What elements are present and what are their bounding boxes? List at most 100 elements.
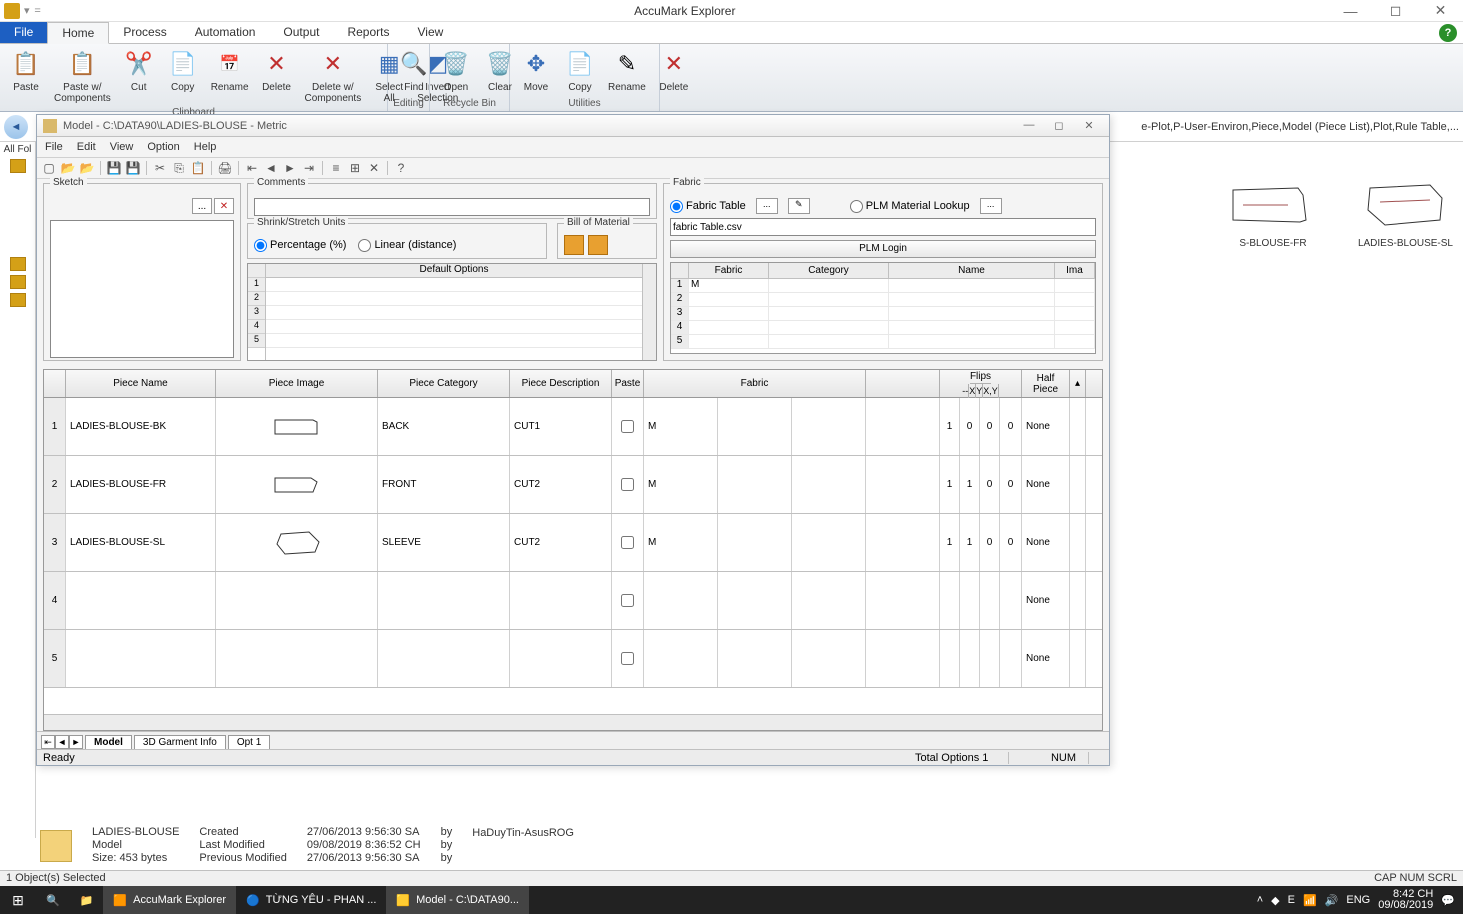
tree-icon[interactable] — [10, 159, 26, 173]
piece-desc-cell[interactable]: CUT1 — [510, 398, 612, 455]
tab-nav-prev[interactable]: ◄ — [55, 735, 69, 749]
taskbar-model[interactable]: 🟨 Model - C:\DATA90... — [386, 886, 529, 914]
qty-cell[interactable] — [940, 572, 960, 629]
qty-cell[interactable]: 1 — [940, 514, 960, 571]
piece-category-cell[interactable] — [378, 630, 510, 687]
tab-process[interactable]: Process — [109, 22, 180, 43]
col-piece-category[interactable]: Piece Category — [378, 370, 510, 397]
open-icon[interactable]: 📂 — [60, 160, 76, 176]
menu-file[interactable]: File — [45, 141, 63, 153]
paste-checkbox[interactable] — [612, 398, 644, 455]
table-scroll-up[interactable]: ▴ — [1070, 370, 1086, 397]
fabric-cell[interactable] — [644, 572, 718, 629]
col-paste[interactable]: Paste — [612, 370, 644, 397]
tab-nav-first[interactable]: ⇤ — [41, 735, 55, 749]
tab-reports[interactable]: Reports — [333, 22, 403, 43]
open2-icon[interactable]: 📂 — [79, 160, 95, 176]
table-hscroll[interactable] — [44, 714, 1102, 730]
flip-y-cell[interactable] — [980, 572, 1000, 629]
half-piece-cell[interactable]: None — [1022, 398, 1070, 455]
paste-checkbox[interactable] — [612, 572, 644, 629]
defopts-scrollbar[interactable] — [642, 264, 656, 360]
model-minimize-button[interactable]: — — [1015, 119, 1043, 132]
tray-icon[interactable]: E — [1288, 894, 1295, 906]
prev-icon[interactable]: ◄ — [263, 160, 279, 176]
start-button[interactable]: ⊞ — [0, 886, 36, 914]
fabric-path-input[interactable] — [670, 218, 1096, 236]
paste-wc-button[interactable]: 📋Paste w/ Components — [48, 46, 117, 106]
piece-name-cell[interactable]: LADIES-BLOUSE-SL — [66, 514, 216, 571]
paste-icon[interactable]: 📋 — [190, 160, 206, 176]
flip-y-cell[interactable]: 0 — [980, 456, 1000, 513]
print-icon[interactable]: 🖨 — [217, 160, 233, 176]
sketch-canvas[interactable] — [50, 220, 234, 358]
tab-garment-info[interactable]: 3D Garment Info — [134, 735, 226, 749]
piece-row[interactable]: 2LADIES-BLOUSE-FRFRONTCUT2M1100None — [44, 456, 1102, 514]
flip-y-cell[interactable] — [980, 630, 1000, 687]
saveas-icon[interactable]: 💾 — [125, 160, 141, 176]
sketch-delete-button[interactable]: ✕ — [214, 198, 234, 214]
half-piece-cell[interactable]: None — [1022, 630, 1070, 687]
half-piece-cell[interactable]: None — [1022, 514, 1070, 571]
menu-edit[interactable]: Edit — [77, 141, 96, 153]
tool-icon[interactable]: ✕ — [366, 160, 382, 176]
taskbar-chrome[interactable]: 🔵 TỪNG YÊU - PHAN ... — [236, 886, 386, 914]
piece-category-cell[interactable]: SLEEVE — [378, 514, 510, 571]
plm-lookup-radio[interactable]: PLM Material Lookup — [850, 200, 970, 213]
tab-home[interactable]: Home — [47, 22, 109, 44]
paste-checkbox[interactable] — [612, 630, 644, 687]
fabric-grid[interactable]: Fabric Category Name Ima 1M 2 3 4 5 — [670, 262, 1096, 354]
piece-desc-cell[interactable]: CUT2 — [510, 514, 612, 571]
bom-icon-1[interactable] — [564, 235, 584, 255]
plm-browse-button[interactable]: ... — [980, 198, 1002, 214]
tree-icon[interactable] — [10, 257, 26, 271]
cut-icon[interactable]: ✂ — [152, 160, 168, 176]
qty-cell[interactable] — [940, 630, 960, 687]
piece-desc-cell[interactable]: CUT2 — [510, 456, 612, 513]
cut-button[interactable]: ✂️Cut — [117, 46, 161, 95]
fabric-cell[interactable]: M — [644, 456, 718, 513]
tool-icon[interactable]: ≡ — [328, 160, 344, 176]
util-copy-button[interactable]: 📄Copy — [558, 46, 602, 95]
tray-icon[interactable]: 📶 — [1303, 894, 1317, 907]
piece-row[interactable]: 1LADIES-BLOUSE-BKBACKCUT1M1000None — [44, 398, 1102, 456]
model-close-button[interactable]: ✕ — [1075, 119, 1103, 132]
paste-checkbox[interactable] — [612, 514, 644, 571]
next-icon[interactable]: ► — [282, 160, 298, 176]
new-icon[interactable]: ▢ — [41, 160, 57, 176]
flip-x-cell[interactable]: 1 — [960, 514, 980, 571]
piece-row[interactable]: 4None — [44, 572, 1102, 630]
taskbar-explorer[interactable]: 📁 — [70, 886, 104, 914]
bom-icon-2[interactable] — [588, 235, 608, 255]
qty-cell[interactable]: 1 — [940, 398, 960, 455]
tray-icon[interactable]: ◆ — [1271, 894, 1279, 907]
tab-view[interactable]: View — [403, 22, 457, 43]
flip-xy-cell[interactable]: 0 — [1000, 514, 1022, 571]
piece-category-cell[interactable] — [378, 572, 510, 629]
piece-name-cell[interactable]: LADIES-BLOUSE-FR — [66, 456, 216, 513]
piece-name-cell[interactable] — [66, 572, 216, 629]
recycle-open-button[interactable]: 🗑️Open — [434, 46, 478, 95]
piece-name-cell[interactable] — [66, 630, 216, 687]
tab-output[interactable]: Output — [269, 22, 333, 43]
menu-option[interactable]: Option — [147, 141, 179, 153]
flip-x-cell[interactable]: 1 — [960, 456, 980, 513]
delete-button[interactable]: ✕Delete — [255, 46, 299, 95]
piece-row[interactable]: 5None — [44, 630, 1102, 688]
sketch-browse-button[interactable]: ... — [192, 198, 212, 214]
tray-clock[interactable]: 8:42 CH09/08/2019 — [1378, 889, 1433, 911]
copy-button[interactable]: 📄Copy — [161, 46, 205, 95]
tab-automation[interactable]: Automation — [181, 22, 270, 43]
paste-checkbox[interactable] — [612, 456, 644, 513]
help-icon[interactable]: ? — [1439, 24, 1457, 42]
fabric-cell[interactable]: M — [644, 398, 718, 455]
tray-notifications-icon[interactable]: 💬 — [1441, 894, 1455, 907]
flip-x-cell[interactable]: 0 — [960, 398, 980, 455]
save-icon[interactable]: 💾 — [106, 160, 122, 176]
col-piece-name[interactable]: Piece Name — [66, 370, 216, 397]
tab-nav-next[interactable]: ► — [69, 735, 83, 749]
delete-wc-button[interactable]: ✕Delete w/ Components — [299, 46, 368, 106]
half-piece-cell[interactable]: None — [1022, 572, 1070, 629]
col-piece-desc[interactable]: Piece Description — [510, 370, 612, 397]
shrink-pct-radio[interactable]: Percentage (%) — [254, 239, 346, 252]
